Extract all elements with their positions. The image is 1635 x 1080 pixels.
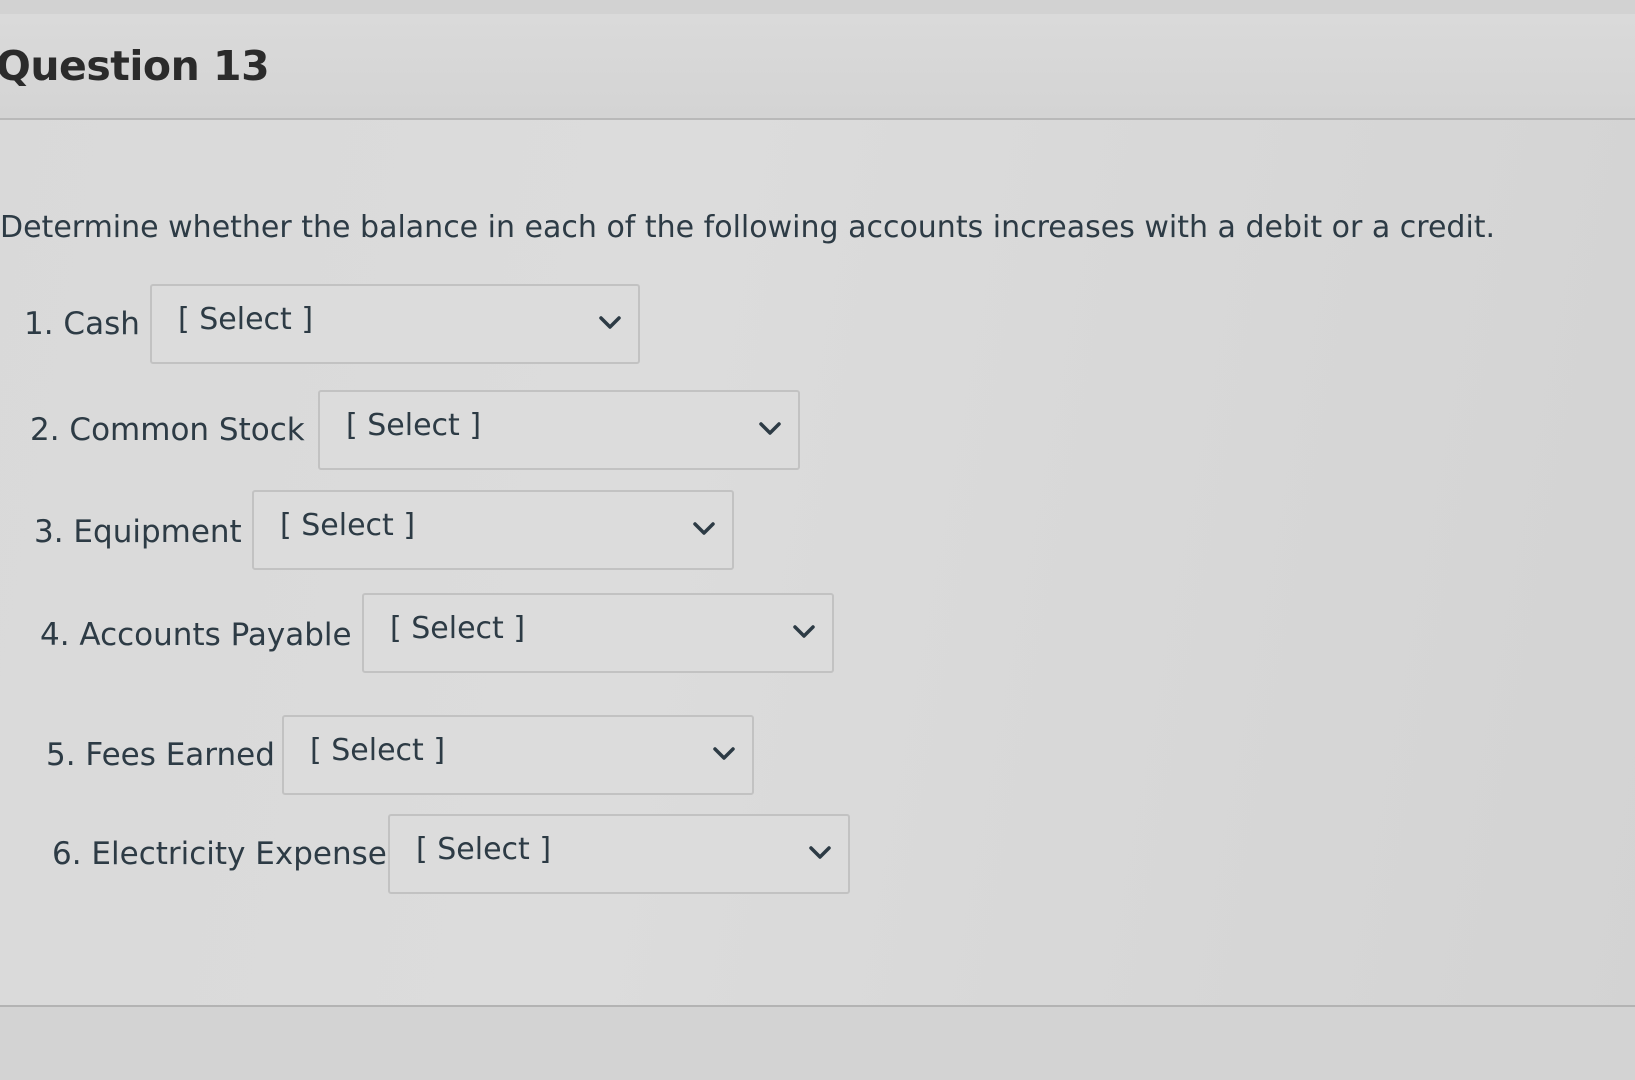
dropdown-value: [ Select ] (416, 832, 552, 867)
chevron-down-icon (793, 625, 815, 638)
dropdown-common-stock[interactable]: [ Select ] (318, 390, 800, 470)
dropdown-accounts-payable[interactable]: [ Select ] (362, 593, 834, 673)
question-title: Question 13 (0, 42, 270, 90)
dropdown-value: [ Select ] (310, 733, 446, 768)
dropdown-electricity-expense[interactable]: [ Select ] (388, 814, 850, 894)
account-label-fees-earned: 5. Fees Earned (46, 737, 275, 773)
dropdown-equipment[interactable]: [ Select ] (252, 490, 734, 570)
answer-row-cash: 1. Cash [ Select ] (0, 284, 660, 368)
chevron-down-icon (809, 846, 831, 859)
chevron-down-icon (713, 747, 735, 760)
dropdown-value: [ Select ] (390, 611, 526, 646)
dropdown-value: [ Select ] (178, 302, 314, 337)
answer-row-accounts-payable: 4. Accounts Payable [ Select ] (0, 593, 850, 677)
account-label-common-stock: 2. Common Stock (30, 412, 305, 448)
dropdown-value: [ Select ] (280, 508, 416, 543)
account-label-equipment: 3. Equipment (34, 514, 242, 550)
chevron-down-icon (599, 316, 621, 329)
chevron-down-icon (759, 422, 781, 435)
answer-row-fees-earned: 5. Fees Earned [ Select ] (0, 715, 770, 799)
top-divider (0, 0, 1635, 15)
dropdown-fees-earned[interactable]: [ Select ] (282, 715, 754, 795)
dropdown-cash[interactable]: [ Select ] (150, 284, 640, 364)
answer-row-common-stock: 2. Common Stock [ Select ] (0, 390, 820, 474)
question-header: Question 13 (0, 14, 1635, 120)
question-body: Determine whether the balance in each of… (0, 120, 1635, 1005)
answer-row-equipment: 3. Equipment [ Select ] (0, 490, 760, 574)
account-label-accounts-payable: 4. Accounts Payable (40, 617, 352, 653)
question-footer (0, 1007, 1635, 1080)
chevron-down-icon (693, 522, 715, 535)
dropdown-value: [ Select ] (346, 408, 482, 443)
account-label-electricity-expense: 6. Electricity Expense (52, 836, 387, 872)
question-prompt: Determine whether the balance in each of… (0, 210, 1496, 245)
answer-row-electricity-expense: 6. Electricity Expense [ Select ] (0, 814, 870, 898)
account-label-cash: 1. Cash (24, 306, 140, 342)
